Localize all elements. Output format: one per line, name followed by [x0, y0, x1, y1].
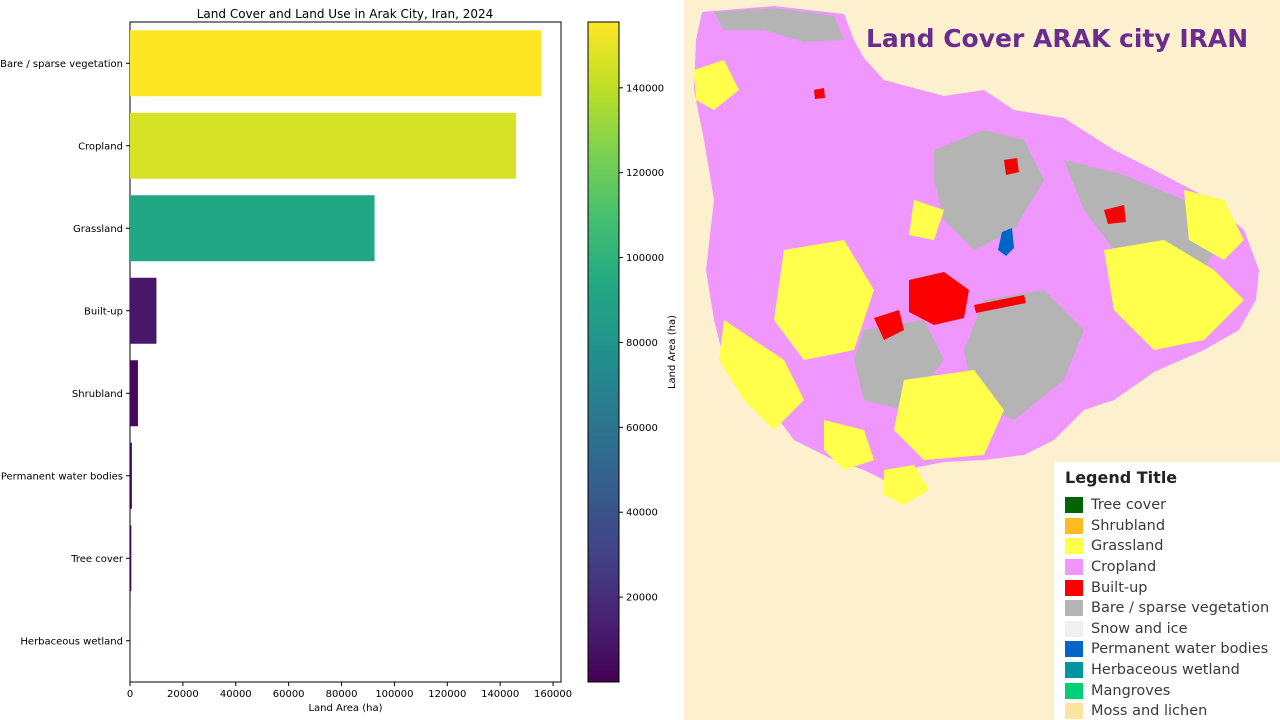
- y-tick-label: Herbaceous wetland: [20, 636, 123, 647]
- x-tick-label: 140000: [481, 689, 519, 700]
- bar: [130, 360, 138, 427]
- map-legend: Legend Title Tree cover Shrubland Grasslan…: [1054, 462, 1280, 720]
- x-tick-label: 160000: [534, 689, 572, 700]
- legend-swatch: [1065, 703, 1083, 720]
- legend-item: Shrubland: [1065, 516, 1280, 537]
- y-tick-label: Bare / sparse vegetation: [0, 59, 123, 70]
- map-title: Land Cover ARAK city IRAN: [866, 24, 1249, 53]
- y-tick-label: Shrubland: [72, 389, 123, 400]
- legend-item: Bare / sparse vegetation: [1065, 598, 1280, 619]
- colorbar-tick-label: 20000: [626, 593, 658, 604]
- y-tick-label: Grassland: [73, 224, 123, 235]
- colorbar-tick-label: 60000: [626, 423, 658, 434]
- legend-swatch: [1065, 600, 1083, 617]
- x-tick-label: 80000: [326, 689, 358, 700]
- colorbar-tick-label: 80000: [626, 338, 658, 349]
- legend-swatch: [1065, 620, 1083, 637]
- legend-label: Moss and lichen: [1091, 703, 1208, 720]
- colorbar-tick-label: 100000: [626, 253, 664, 264]
- legend-swatch: [1065, 662, 1083, 679]
- chart-title: Land Cover and Land Use in Arak City, Ir…: [197, 7, 494, 21]
- legend-swatch: [1065, 579, 1083, 596]
- x-tick-label: 120000: [428, 689, 466, 700]
- bar: [130, 525, 132, 592]
- legend-item: Moss and lichen: [1065, 701, 1280, 720]
- legend-swatch: [1065, 559, 1083, 576]
- x-axis-label: Land Area (ha): [308, 703, 382, 714]
- x-tick-label: 40000: [220, 689, 252, 700]
- bar: [130, 195, 375, 262]
- bar: [130, 30, 542, 97]
- legend-item: Snow and ice: [1065, 619, 1280, 640]
- legend-label: Permanent water bodies: [1091, 641, 1269, 658]
- x-tick-label: 100000: [375, 689, 413, 700]
- legend-swatch: [1065, 682, 1083, 699]
- legend-label: Shrubland: [1091, 517, 1166, 534]
- legend-label: Bare / sparse vegetation: [1091, 600, 1270, 617]
- legend-item: Built-up: [1065, 577, 1280, 598]
- bar: [130, 442, 132, 509]
- colorbar-tick-label: 120000: [626, 168, 664, 179]
- legend-swatch: [1065, 538, 1083, 555]
- legend-label: Tree cover: [1091, 497, 1167, 514]
- y-tick-label: Cropland: [78, 141, 123, 152]
- bar-chart: Land Cover and Land Use in Arak City, Ir…: [0, 7, 678, 714]
- colorbar-tick-label: 40000: [626, 508, 658, 519]
- legend-item: Tree cover: [1065, 495, 1280, 516]
- bar-chart-panel: Land Cover and Land Use in Arak City, Ir…: [0, 0, 684, 720]
- y-tick-label: Built-up: [84, 306, 123, 317]
- legend-swatch: [1065, 517, 1083, 534]
- colorbar-label: Land Area (ha): [667, 315, 678, 389]
- legend-title: Legend Title: [1065, 468, 1178, 487]
- legend-swatch: [1065, 497, 1083, 514]
- land-cover-map-panel: Land Cover ARAK city IRAN Legend Title T…: [684, 0, 1280, 720]
- x-tick-label: 20000: [167, 689, 199, 700]
- legend-list: Tree cover Shrubland Grassland Cropland Buil…: [1065, 495, 1280, 720]
- legend-label: Built-up: [1091, 579, 1148, 596]
- bar: [130, 277, 157, 344]
- y-tick-label: Tree cover: [70, 554, 124, 565]
- colorbar: [587, 21, 620, 683]
- legend-label: Snow and ice: [1091, 620, 1188, 637]
- x-tick-label: 60000: [273, 689, 305, 700]
- legend-label: Cropland: [1091, 559, 1157, 576]
- colorbar-tick-label: 140000: [626, 83, 664, 94]
- legend-item: Mangroves: [1065, 680, 1280, 701]
- bar: [130, 112, 517, 179]
- x-tick-label: 0: [127, 689, 133, 700]
- legend-item: Permanent water bodies: [1065, 639, 1280, 660]
- legend-label: Herbaceous wetland: [1091, 662, 1240, 679]
- legend-label: Mangroves: [1091, 682, 1171, 699]
- legend-label: Grassland: [1091, 538, 1164, 555]
- legend-swatch: [1065, 641, 1083, 658]
- y-tick-label: Permanent water bodies: [1, 471, 123, 482]
- legend-item: Cropland: [1065, 557, 1280, 578]
- legend-item: Herbaceous wetland: [1065, 660, 1280, 681]
- legend-item: Grassland: [1065, 536, 1280, 557]
